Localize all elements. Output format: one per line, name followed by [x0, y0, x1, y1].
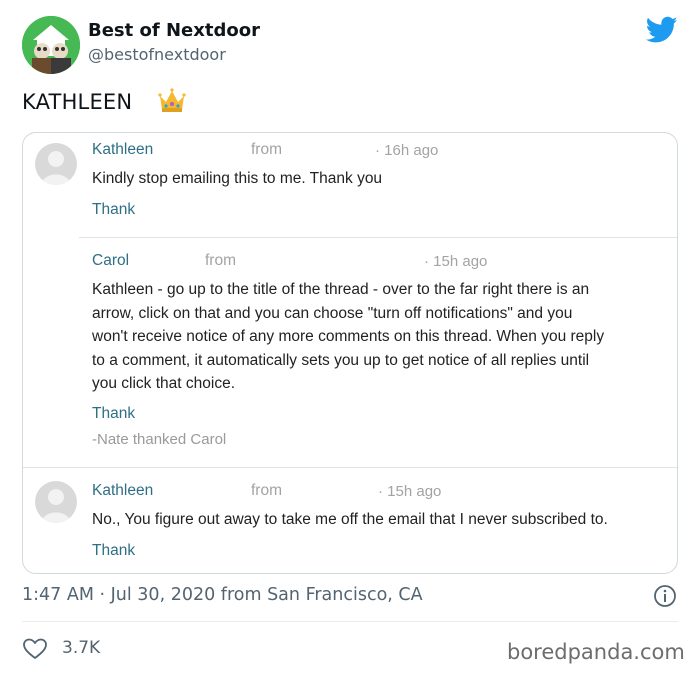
thread-screenshot-card[interactable]: Kathleen from · 16h ago Kindly stop emai…	[22, 132, 678, 574]
user-handle[interactable]: @bestofnextdoor	[88, 45, 226, 64]
thank-button[interactable]: Thank	[92, 542, 135, 560]
thanked-note: -Nate thanked Carol	[92, 431, 227, 448]
comment-from: from	[251, 141, 282, 158]
comment-author[interactable]: Kathleen	[92, 482, 153, 500]
comment-from: from	[251, 482, 282, 499]
comment-author[interactable]: Carol	[92, 252, 129, 270]
like-count[interactable]: 3.7K	[62, 638, 100, 658]
comment-time: · 16h ago	[375, 142, 439, 159]
comment-time: · 15h ago	[378, 483, 442, 500]
comment-from: from	[205, 252, 236, 269]
default-avatar-icon	[35, 481, 77, 523]
tweet-text: KATHLEEN	[22, 90, 133, 114]
muppets-avatar-icon	[22, 16, 80, 74]
divider	[23, 467, 677, 468]
comment-body-line: to a comment, it automatically sets you …	[92, 351, 590, 369]
comment-body-line: you click that choice.	[92, 375, 236, 392]
display-name[interactable]: Best of Nextdoor	[88, 20, 260, 41]
profile-avatar[interactable]	[22, 16, 80, 74]
info-icon[interactable]	[653, 584, 677, 608]
comment-body: No., You figure out away to take me off …	[92, 511, 608, 528]
comment-body-line: arrow, click on that and you can choose …	[92, 304, 573, 322]
comment-time: · 15h ago	[424, 253, 488, 270]
thank-button[interactable]: Thank	[92, 201, 135, 219]
crown-icon	[158, 88, 186, 114]
thank-button[interactable]: Thank	[92, 405, 135, 423]
comment-body-line: won't receive notice of any more comment…	[92, 328, 605, 345]
comment-author[interactable]: Kathleen	[92, 141, 153, 159]
divider	[79, 237, 677, 238]
twitter-bird-icon[interactable]	[645, 16, 678, 44]
divider	[22, 621, 678, 622]
comment-body-line: Kathleen - go up to the title of the thr…	[92, 281, 590, 298]
heart-icon[interactable]	[22, 637, 48, 661]
default-avatar-icon	[35, 143, 77, 185]
tweet-timestamp[interactable]: 1:47 AM · Jul 30, 2020 from San Francisc…	[22, 585, 423, 605]
comment-body: Kindly stop emailing this to me. Thank y…	[92, 170, 383, 187]
watermark: boredpanda.com	[507, 640, 685, 664]
comment-body: Kathleen - go up to the title of the thr…	[92, 278, 672, 396]
